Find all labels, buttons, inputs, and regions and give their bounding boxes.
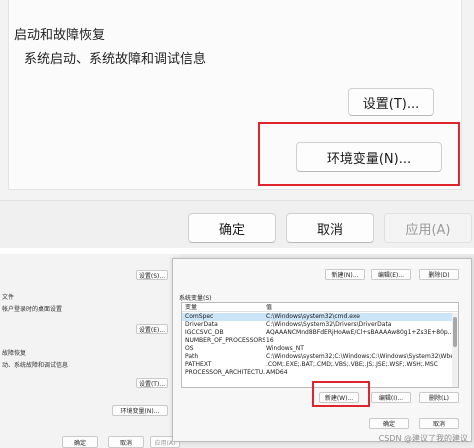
- ok-button-small[interactable]: 确定: [62, 436, 98, 448]
- row-value: AMD64: [266, 369, 288, 376]
- row-name: PATHEXT: [185, 361, 212, 368]
- row-name: Path: [185, 353, 199, 360]
- table-row[interactable]: PATHEXT .COM;.EXE;.BAT;.CMD;.VBS;.VBE;.J…: [182, 361, 458, 369]
- table-scrollbar[interactable]: [452, 313, 458, 387]
- row-value: .COM;.EXE;.BAT;.CMD;.VBS;.VBE;.JS;.JSE;.…: [266, 361, 438, 368]
- highlight-box: [258, 122, 460, 186]
- user-new-button[interactable]: 新建(N)...: [325, 269, 365, 280]
- apply-button[interactable]: 应用(A): [384, 213, 472, 243]
- ok-button[interactable]: 确定: [188, 213, 276, 243]
- group-description: 系统启动、系统故障和调试信息: [24, 52, 207, 67]
- table-row[interactable]: Path C:\Windows\system32;C:\Windows;C:\W…: [182, 353, 458, 361]
- row-value: C:\Windows\System32\Drivers\DriverData: [266, 321, 392, 328]
- row-name: IGCCSVC_DB: [185, 329, 224, 336]
- group-title: 启动和故障恢复: [14, 28, 106, 43]
- env-cancel-button[interactable]: 取消: [419, 418, 459, 429]
- table-row[interactable]: OS Windows_NT: [182, 345, 458, 353]
- table-row[interactable]: DriverData C:\Windows\System32\Drivers\D…: [182, 321, 458, 329]
- profile-settings-button[interactable]: 设置(E)...: [136, 324, 168, 334]
- environment-variables-dialog: 新建(N)... 编辑(E)... 删除(D) 系统变量(S) 变量 值 Com…: [172, 258, 472, 442]
- profiles-desc: 帐户登录时的桌面设置: [2, 306, 63, 313]
- table-header: 变量 值: [182, 303, 458, 312]
- system-variables-table[interactable]: 变量 值 ComSpec C:\Windows\system32\cmd.exe…: [181, 302, 459, 388]
- row-value: Windows_NT: [266, 345, 304, 352]
- recovery-desc: 动、系统故障和调试信息: [2, 362, 69, 369]
- column-header-value: 值: [266, 304, 273, 311]
- user-delete-button[interactable]: 删除(D): [419, 269, 459, 280]
- system-properties-dialog: 设置(S)... 文件 帐户登录时的桌面设置 设置(E)... 故障恢复 动、系…: [0, 254, 180, 448]
- table-row[interactable]: PROCESSOR_ARCHITECTU... AMD64: [182, 369, 458, 377]
- system-edit-button[interactable]: 编辑(I)...: [371, 392, 411, 403]
- row-name: ComSpec: [185, 313, 214, 320]
- scrollbar-thumb[interactable]: [453, 317, 457, 347]
- environment-variables-screenshot: 设置(S)... 文件 帐户登录时的桌面设置 设置(E)... 故障恢复 动、系…: [0, 254, 474, 448]
- column-header-variable: 变量: [185, 304, 198, 311]
- startup-settings-button[interactable]: 设置(T)...: [348, 88, 434, 116]
- row-value: C:\Windows\system32;C:\Windows;C:\Window…: [266, 353, 454, 360]
- watermark: CSDN @建议了我的建议: [378, 434, 468, 443]
- cancel-button-small[interactable]: 取消: [108, 436, 144, 448]
- table-row[interactable]: ComSpec C:\Windows\system32\cmd.exe: [182, 313, 458, 321]
- performance-settings-button[interactable]: 设置(S)...: [136, 270, 168, 280]
- profiles-label: 文件: [2, 294, 15, 301]
- row-value: 16: [266, 337, 274, 344]
- row-value: C:\Windows\system32\cmd.exe: [266, 313, 360, 320]
- table-row[interactable]: NUMBER_OF_PROCESSORS 16: [182, 337, 458, 345]
- table-row[interactable]: IGCCSVC_DB AQAAANCMnd8BFdERjHoAwE/Cl+sBA…: [182, 329, 458, 337]
- recovery-settings-button[interactable]: 设置(T)...: [136, 378, 168, 388]
- user-edit-button[interactable]: 编辑(E)...: [371, 269, 411, 280]
- system-variables-label: 系统变量(S): [179, 295, 212, 302]
- highlight-box-new: [312, 381, 370, 407]
- row-value: AQAAANCMnd8BFdERjHoAwE/Cl+sBAAAAw80g1+Zs…: [266, 329, 454, 336]
- row-name: DriverData: [185, 321, 218, 328]
- cancel-button[interactable]: 取消: [286, 213, 374, 243]
- environment-variables-button-small[interactable]: 环境变量(N)...: [112, 405, 168, 416]
- system-delete-button[interactable]: 删除(L): [419, 392, 459, 403]
- env-ok-button[interactable]: 确定: [369, 418, 409, 429]
- row-name: NUMBER_OF_PROCESSORS: [185, 337, 265, 344]
- recovery-label: 故障恢复: [2, 350, 27, 357]
- row-name: OS: [185, 345, 194, 352]
- system-properties-zoomed: 启动和故障恢复 系统启动、系统故障和调试信息 设置(T)... 环境变量(N).…: [0, 0, 474, 248]
- row-name: PROCESSOR_ARCHITECTU...: [185, 369, 265, 376]
